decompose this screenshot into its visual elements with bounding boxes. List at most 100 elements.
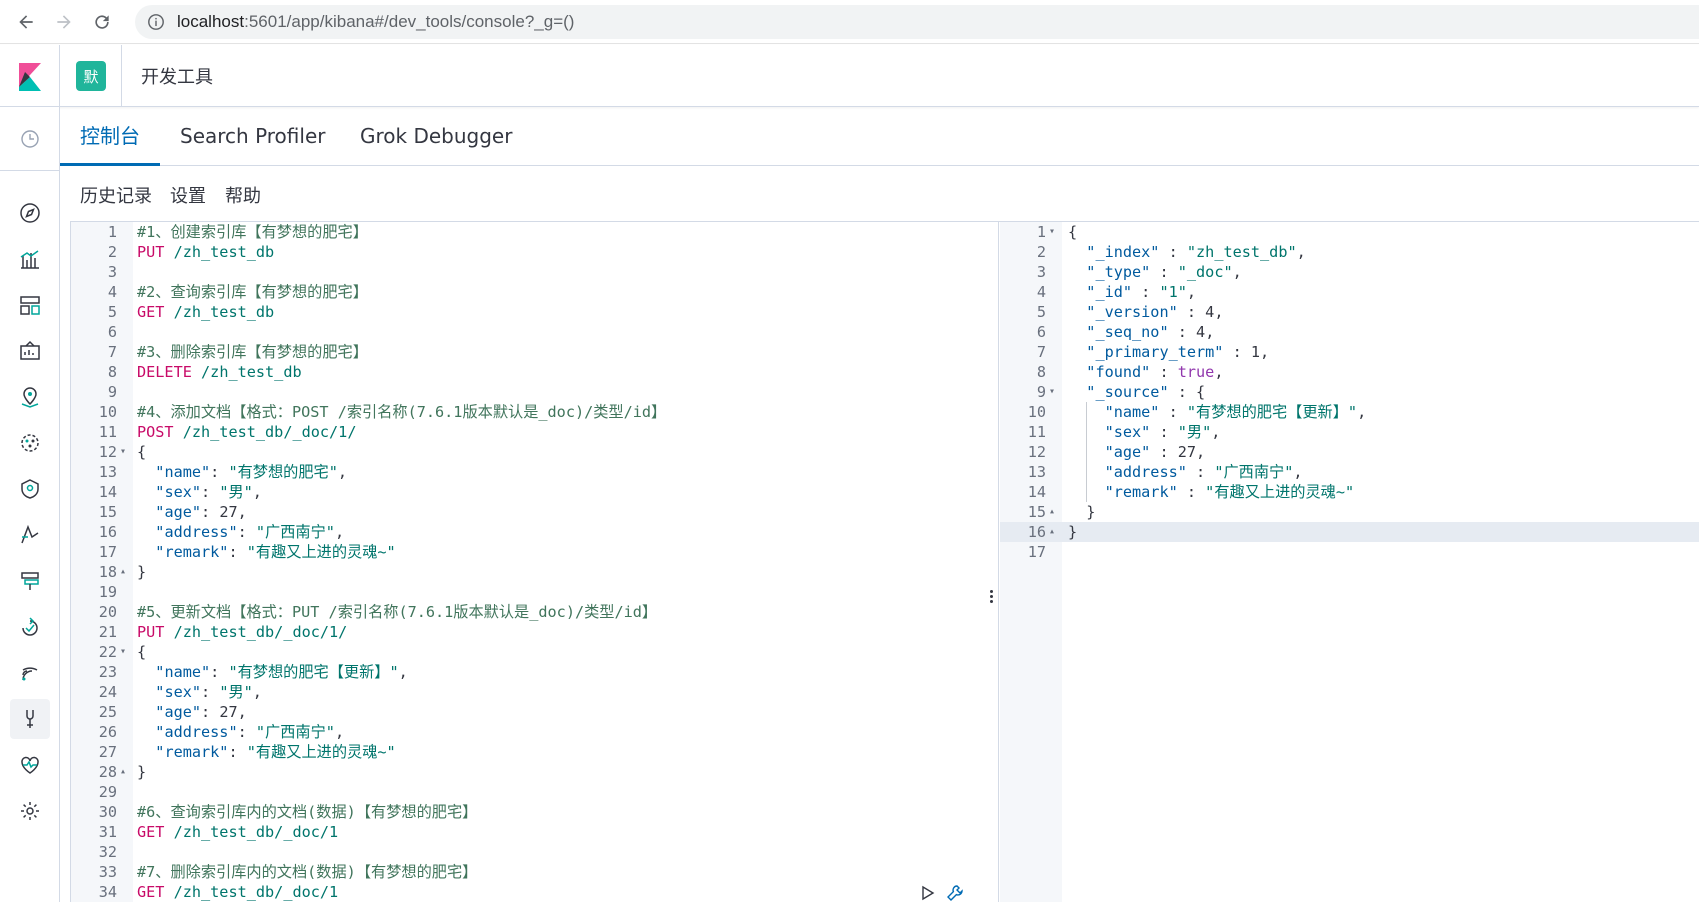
browser-bar: localhost:5601/app/kibana#/dev_tools/con… bbox=[0, 0, 1699, 44]
uptime-icon[interactable] bbox=[10, 561, 50, 601]
code-line: #2、查询索引库【有梦想的肥宅】 bbox=[137, 283, 368, 301]
ml-icon[interactable] bbox=[10, 423, 50, 463]
fold-icon[interactable]: ▴ bbox=[1049, 502, 1055, 522]
code-line: #3、删除索引库【有梦想的肥宅】 bbox=[137, 343, 368, 361]
monitoring-icon[interactable] bbox=[10, 745, 50, 785]
breadcrumb: 开发工具 bbox=[141, 67, 213, 88]
kibana-logo[interactable] bbox=[0, 45, 60, 107]
line-number: 16 bbox=[98, 523, 117, 541]
line-number: 6 bbox=[107, 323, 117, 341]
clock-icon bbox=[21, 129, 39, 148]
back-icon[interactable] bbox=[14, 10, 38, 34]
maps-icon[interactable] bbox=[10, 377, 50, 417]
play-icon[interactable] bbox=[918, 884, 936, 902]
line-number: 12 bbox=[98, 443, 117, 461]
settings-icon[interactable] bbox=[10, 791, 50, 831]
line-number: 24 bbox=[98, 683, 117, 701]
code-line: } bbox=[1068, 523, 1078, 541]
code-line: PUT /zh_test_db bbox=[137, 243, 275, 261]
code-line: "remark" : "有趣又上进的灵魂~" bbox=[1104, 483, 1355, 501]
compass-icon[interactable] bbox=[10, 193, 50, 233]
info-icon[interactable] bbox=[147, 13, 165, 31]
line-number: 8 bbox=[107, 363, 117, 381]
line-number: 14 bbox=[1027, 483, 1046, 501]
code-line: "sex": "男", bbox=[155, 683, 262, 701]
space-avatar[interactable]: 默 bbox=[76, 61, 106, 91]
code-line: #7、删除索引库内的文档(数据)【有梦想的肥宅】 bbox=[137, 863, 478, 881]
dev-tools-icon[interactable] bbox=[10, 699, 50, 739]
line-number: 5 bbox=[1036, 303, 1046, 321]
fold-icon[interactable]: ▴ bbox=[120, 762, 126, 782]
canvas-icon[interactable] bbox=[10, 331, 50, 371]
code-line: "_type" : "_doc", bbox=[1086, 263, 1242, 281]
tab-grok-debugger[interactable]: Grok Debugger bbox=[360, 107, 512, 166]
recently-viewed[interactable] bbox=[0, 107, 60, 171]
line-number: 1 bbox=[107, 223, 117, 241]
line-number: 13 bbox=[98, 463, 117, 481]
code-line: "remark": "有趣又上进的灵魂~" bbox=[155, 743, 396, 761]
active-tab-indicator bbox=[60, 163, 160, 166]
line-number: 32 bbox=[98, 843, 117, 861]
line-number: 22 bbox=[98, 643, 117, 661]
line-number: 34 bbox=[98, 883, 117, 901]
metrics-icon[interactable] bbox=[10, 607, 50, 647]
code-line: #6、查询索引库内的文档(数据)【有梦想的肥宅】 bbox=[137, 803, 478, 821]
visualize-icon[interactable] bbox=[10, 239, 50, 279]
line-number: 3 bbox=[1036, 263, 1046, 281]
line-number: 17 bbox=[98, 543, 117, 561]
url-text[interactable]: localhost:5601/app/kibana#/dev_tools/con… bbox=[177, 12, 574, 32]
code-line: "age": 27, bbox=[155, 703, 247, 721]
logs-icon[interactable] bbox=[10, 653, 50, 693]
line-number: 33 bbox=[98, 863, 117, 881]
line-number: 30 bbox=[98, 803, 117, 821]
request-editor[interactable]: 1 #1、创建索引库【有梦想的肥宅】 2 PUT /zh_test_db 3 4 #2、查询… bbox=[71, 222, 983, 902]
line-number: 9 bbox=[107, 383, 117, 401]
code-line: "address": "广西南宁", bbox=[155, 523, 345, 541]
line-number: 28 bbox=[98, 763, 117, 781]
line-number: 31 bbox=[98, 823, 117, 841]
siem-icon[interactable] bbox=[10, 469, 50, 509]
forward-icon[interactable] bbox=[52, 10, 76, 34]
fold-icon[interactable]: ▾ bbox=[120, 442, 126, 462]
url-host: localhost bbox=[177, 12, 245, 31]
reload-icon[interactable] bbox=[90, 10, 114, 34]
line-number: 13 bbox=[1027, 463, 1046, 481]
url-path: :5601/app/kibana#/dev_tools/console?_g=(… bbox=[244, 12, 575, 31]
address-bar[interactable]: localhost:5601/app/kibana#/dev_tools/con… bbox=[135, 5, 1699, 39]
code-line: } bbox=[137, 763, 147, 781]
fold-icon[interactable]: ▴ bbox=[1049, 522, 1055, 542]
line-number: 17 bbox=[1027, 543, 1046, 561]
fold-icon[interactable]: ▾ bbox=[1049, 222, 1055, 242]
fold-icon[interactable]: ▾ bbox=[120, 642, 126, 662]
line-number: 29 bbox=[98, 783, 117, 801]
code-line: "name": "有梦想的肥宅【更新】", bbox=[155, 663, 408, 681]
tab-search-profiler[interactable]: Search Profiler bbox=[180, 107, 325, 166]
kibana-logo-icon bbox=[18, 63, 41, 91]
line-number: 15 bbox=[1027, 503, 1046, 521]
resize-handle[interactable] bbox=[990, 590, 994, 606]
line-number: 14 bbox=[98, 483, 117, 501]
code-line: } bbox=[1068, 503, 1096, 521]
wrench-icon[interactable] bbox=[946, 884, 964, 902]
code-line: "address" : "广西南宁", bbox=[1104, 463, 1303, 481]
fold-icon[interactable]: ▴ bbox=[120, 562, 126, 582]
settings-link[interactable]: 设置 bbox=[170, 182, 206, 208]
line-number: 18 bbox=[98, 563, 117, 581]
fold-icon[interactable]: ▾ bbox=[1049, 382, 1055, 402]
line-number: 7 bbox=[1036, 343, 1046, 361]
dev-tools-tabs: 控制台 Search Profiler Grok Debugger bbox=[60, 107, 1699, 166]
apm-icon[interactable] bbox=[10, 515, 50, 555]
line-number: 10 bbox=[98, 403, 117, 421]
tab-console[interactable]: 控制台 bbox=[80, 107, 140, 166]
line-number: 3 bbox=[107, 263, 117, 281]
code-line: #1、创建索引库【有梦想的肥宅】 bbox=[137, 223, 368, 241]
help-link[interactable]: 帮助 bbox=[225, 182, 261, 208]
line-number: 2 bbox=[1036, 243, 1046, 261]
code-line: } bbox=[137, 563, 147, 581]
line-number: 12 bbox=[1027, 443, 1046, 461]
history-link[interactable]: 历史记录 bbox=[80, 182, 152, 208]
code-line: "age" : 27, bbox=[1104, 443, 1206, 461]
dashboard-icon[interactable] bbox=[10, 285, 50, 325]
line-number: 15 bbox=[98, 503, 117, 521]
code-line: "_id" : "1", bbox=[1086, 283, 1197, 301]
